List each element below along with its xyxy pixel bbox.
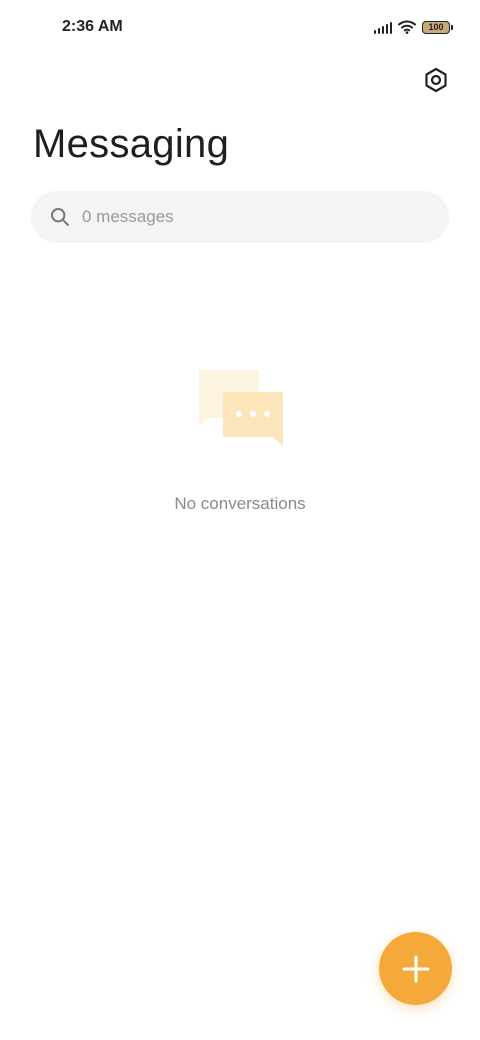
plus-icon	[402, 955, 430, 983]
wifi-icon	[398, 20, 416, 34]
status-time: 2:36 AM	[62, 18, 123, 35]
battery-icon: 100	[422, 20, 453, 34]
search-input[interactable]	[82, 207, 402, 227]
messaging-screen: 2:36 AM 100 Messaging 0 messages No conv…	[0, 0, 480, 1040]
page-title: Messaging	[33, 122, 230, 166]
new-conversation-button[interactable]	[379, 932, 452, 1005]
signal-icon	[374, 21, 392, 34]
battery-level: 100	[428, 21, 444, 32]
status-bar: 2:36 AM 100	[0, 0, 480, 56]
empty-state-message: No conversations	[174, 494, 306, 513]
search-icon	[50, 207, 70, 227]
settings-button[interactable]	[420, 64, 452, 96]
search-bar[interactable]	[31, 191, 449, 243]
chat-bubbles-icon	[195, 368, 287, 448]
status-icons: 100	[374, 18, 453, 36]
settings-icon	[423, 67, 449, 93]
